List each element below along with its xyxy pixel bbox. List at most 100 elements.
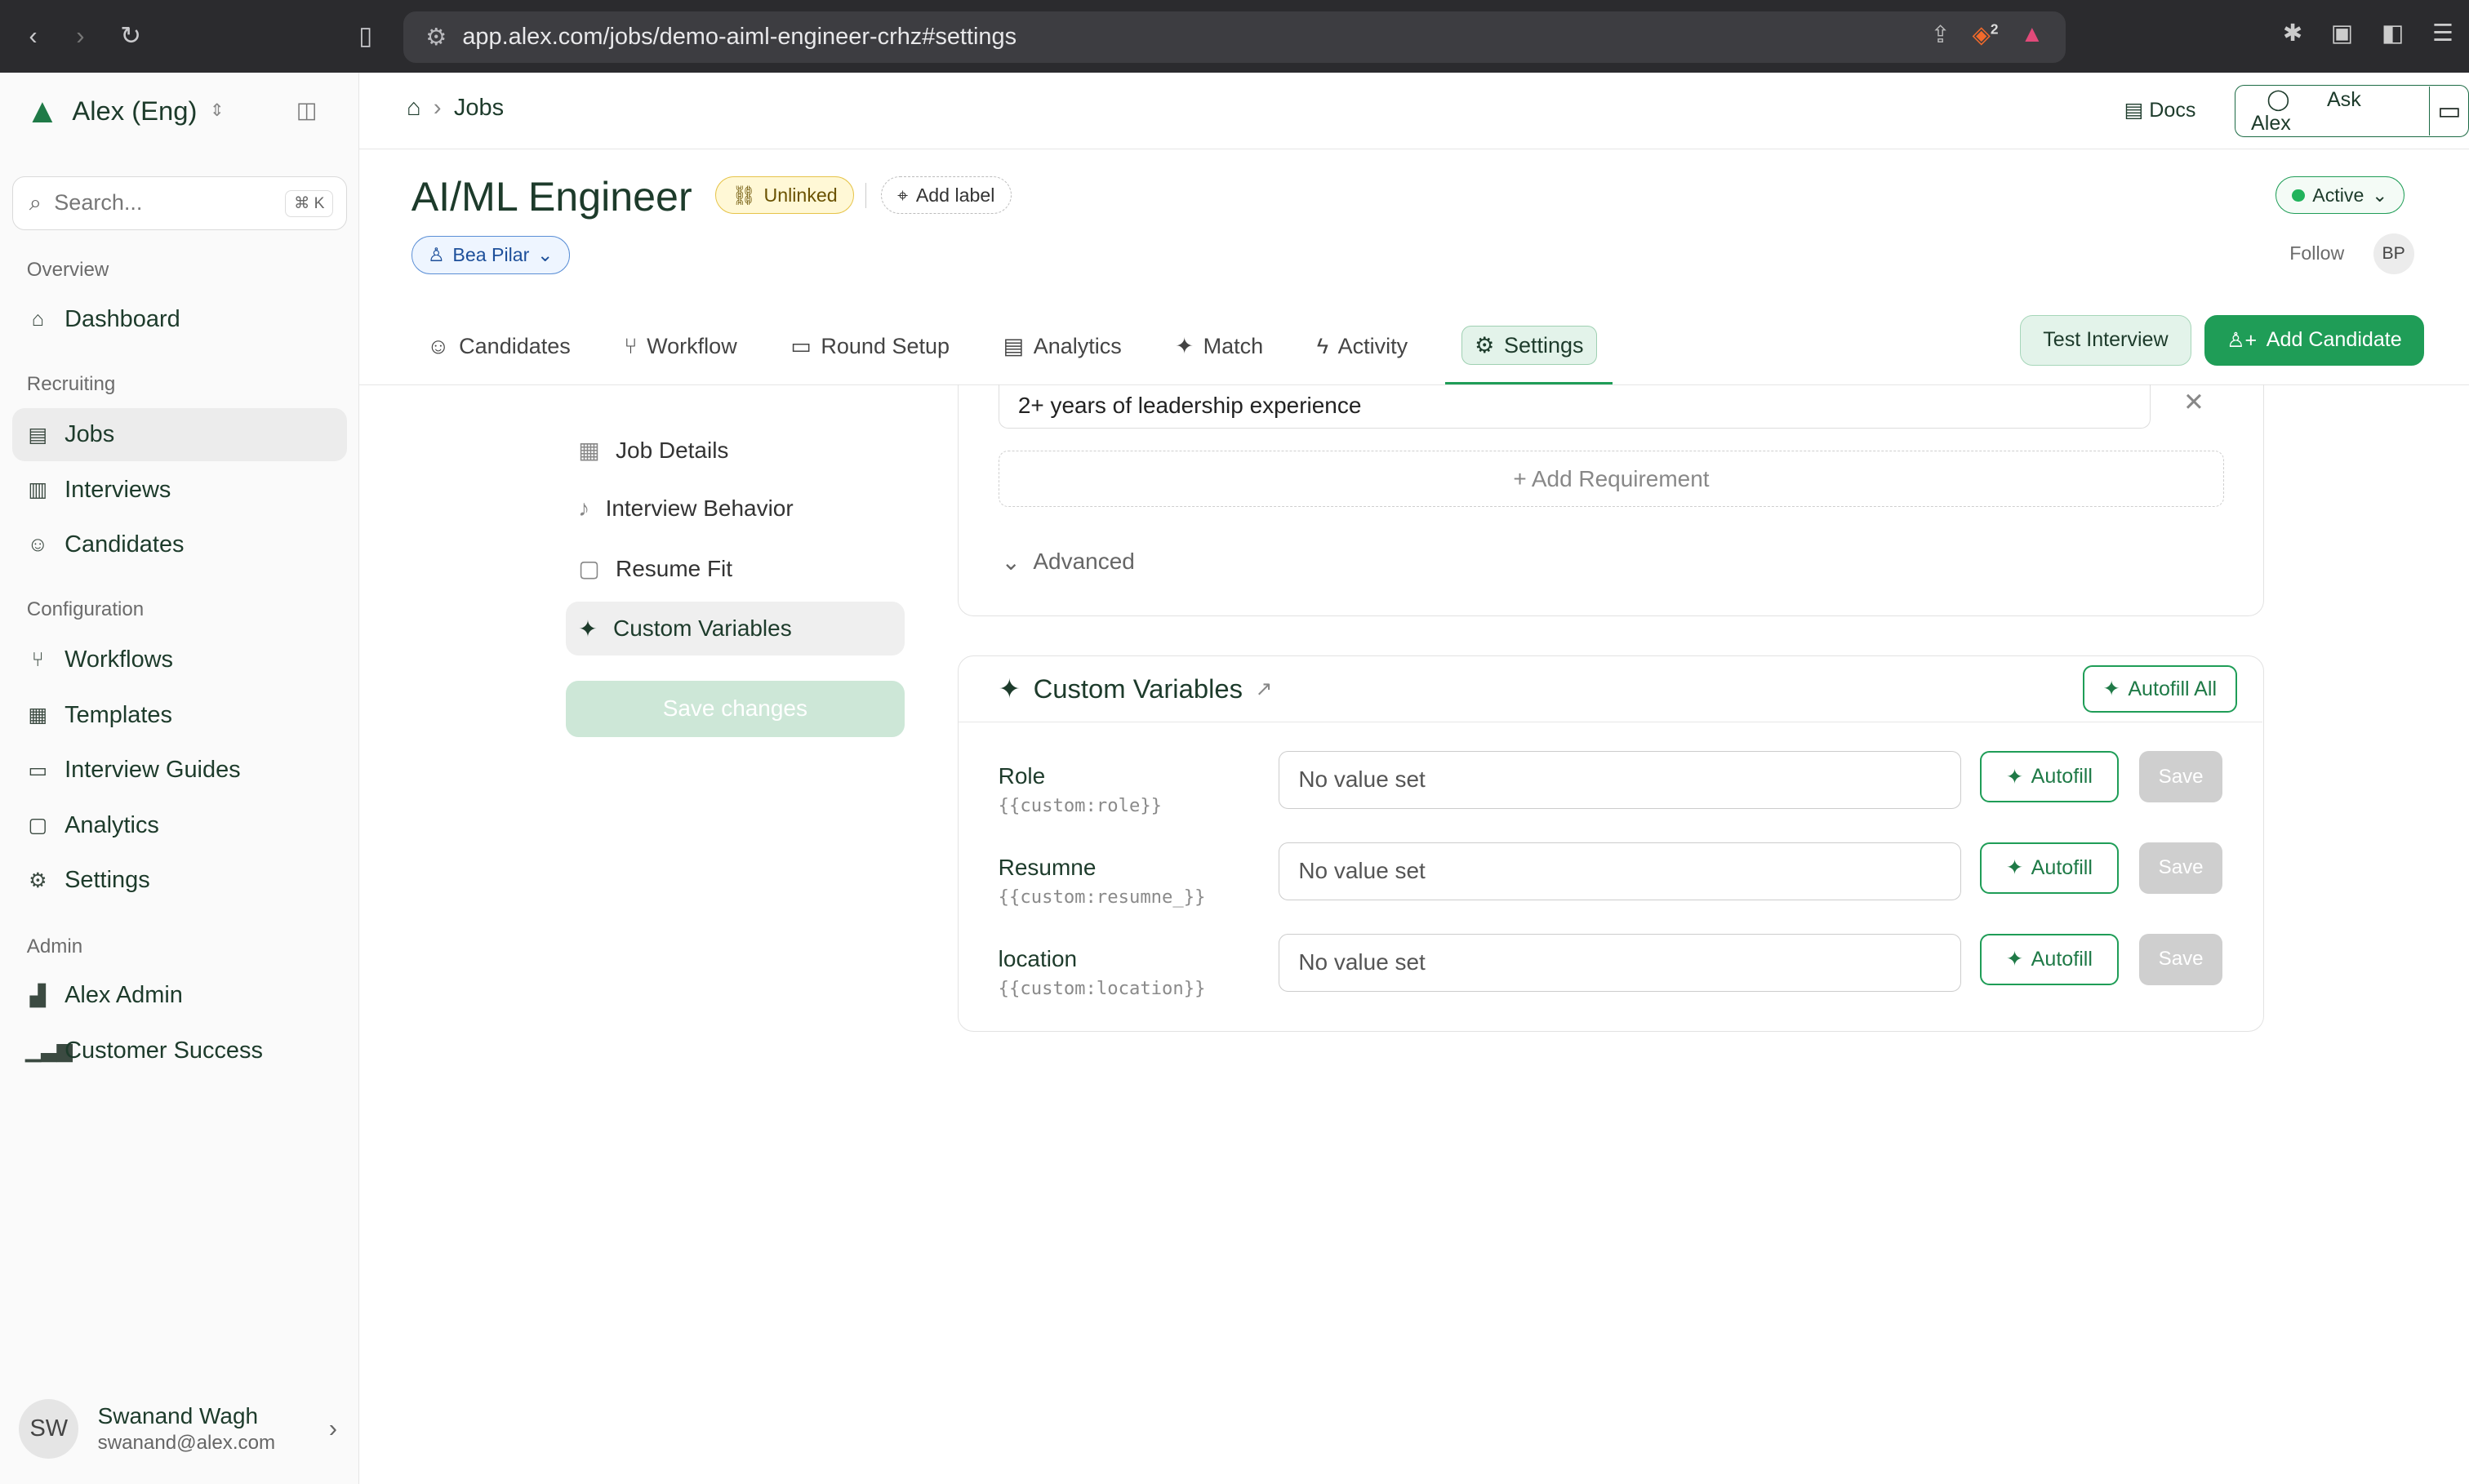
variable-code: {{custom:role}}	[998, 794, 1163, 816]
follower-avatar: BP	[2373, 233, 2414, 274]
tab-label: Round Setup	[821, 334, 950, 359]
sidebar-label: Candidates	[65, 531, 185, 558]
brave-shield-icon[interactable]: ◈2	[1973, 20, 1999, 49]
search-input[interactable]: ⌕ Search... ⌘ K	[12, 176, 347, 230]
sidebar-item-workflows[interactable]: ⑂ Workflows	[12, 633, 346, 687]
sparkle-icon: ✦	[2102, 678, 2120, 701]
settings-nav-job-details[interactable]: ▦ Job Details	[566, 424, 905, 478]
tab-candidates[interactable]: ☺ Candidates	[412, 309, 586, 384]
home-icon[interactable]: ⌂	[407, 95, 420, 122]
sidebar-item-interviews[interactable]: ▥ Interviews	[12, 463, 346, 517]
close-icon[interactable]: ✕	[2183, 388, 2204, 417]
tab-label: Workflow	[647, 334, 737, 359]
ask-alex-button[interactable]: ◯ Ask Alex ▭	[2234, 85, 2469, 137]
sidebar-item-analytics[interactable]: ▢ Analytics	[12, 798, 346, 852]
status-select[interactable]: Active ⌄	[2275, 176, 2404, 215]
sidebar-item-jobs[interactable]: ▤ Jobs	[12, 407, 347, 462]
autofill-all-button[interactable]: ✦ Autofill All	[2082, 665, 2238, 713]
bookmark-icon[interactable]: ▯	[349, 19, 383, 53]
tab-workflow[interactable]: ⑂ Workflow	[608, 309, 753, 384]
add-label-text: Add label	[915, 184, 995, 206]
settings-nav-resume-fit[interactable]: ▢ Resume Fit	[566, 542, 905, 596]
variable-label: Role	[998, 763, 1046, 789]
media-icon[interactable]: ▣	[2331, 19, 2353, 47]
tab-analytics[interactable]: ▤ Analytics	[987, 309, 1137, 384]
address-bar[interactable]: ⚙ app.alex.com/jobs/demo-aiml-engineer-c…	[403, 11, 2066, 64]
brave-rewards-icon[interactable]: ▲	[2021, 21, 2044, 48]
search-shortcut: ⌘ K	[285, 189, 334, 218]
sidebar-toggle-icon[interactable]: ◧	[2382, 19, 2404, 47]
search-icon: ⌕	[29, 189, 42, 215]
advanced-toggle[interactable]: ⌄ Advanced	[1002, 549, 1135, 575]
sidebar-label: Interviews	[65, 476, 171, 503]
user-menu[interactable]: SW Swanand Wagh swanand@alex.com ›	[19, 1398, 337, 1460]
tab-round-setup[interactable]: ▭ Round Setup	[775, 309, 965, 384]
card-title: ✦ Custom Variables ↗	[999, 673, 1273, 704]
sidebar-item-alex-admin[interactable]: ▟ Alex Admin	[12, 969, 346, 1023]
add-candidate-button[interactable]: ♙+ Add Candidate	[2204, 314, 2424, 366]
url-text: app.alex.com/jobs/demo-aiml-engineer-crh…	[462, 23, 1017, 50]
users-icon: ☺	[427, 334, 450, 359]
breadcrumb-jobs[interactable]: Jobs	[454, 95, 504, 122]
link-icon: ⛓	[732, 184, 756, 206]
follow-button[interactable]: Follow	[2289, 242, 2344, 264]
section-configuration: Configuration	[26, 598, 145, 621]
collapse-sidebar-icon[interactable]: ◫	[296, 98, 318, 123]
autofill-button[interactable]: ✦ Autofill	[1980, 933, 2119, 986]
back-icon[interactable]: ‹	[16, 19, 50, 53]
share-icon[interactable]: ⇪	[1930, 20, 1950, 49]
owner-select[interactable]: ♙ Bea Pilar ⌄	[411, 236, 570, 274]
tab-activity[interactable]: ϟ Activity	[1301, 309, 1423, 384]
forward-icon[interactable]: ›	[63, 19, 97, 53]
top-bar: ⌂ › Jobs ▤ Docs ◯ Ask Alex ▭	[359, 73, 2469, 150]
menu-icon[interactable]: ☰	[2432, 19, 2453, 47]
sidebar-item-candidates[interactable]: ☺ Candidates	[12, 518, 346, 572]
tab-match[interactable]: ✦ Match	[1159, 309, 1279, 384]
document-icon: ▤	[1003, 334, 1025, 359]
bar-chart-icon: ▁▃▆	[24, 1039, 73, 1063]
save-button[interactable]: Save	[2138, 750, 2223, 803]
section-recruiting: Recruiting	[26, 373, 116, 396]
add-requirement-button[interactable]: + Add Requirement	[998, 450, 2225, 508]
settings-nav-interview-behavior[interactable]: ♪ Interview Behavior	[566, 482, 905, 536]
org-switcher[interactable]: ▲ Alex (Eng) ⇕	[25, 91, 225, 131]
requirements-card: 2+ years of leadership experience ✕ + Ad…	[958, 384, 2265, 616]
external-link-icon[interactable]: ↗	[1255, 677, 1272, 701]
unlinked-badge[interactable]: ⛓ Unlinked	[715, 176, 854, 215]
autofill-button[interactable]: ✦ Autofill	[1980, 842, 2119, 895]
status-label: Active	[2312, 184, 2364, 206]
autofill-button[interactable]: ✦ Autofill	[1980, 750, 2119, 803]
add-label-button[interactable]: ⌖ Add label	[880, 176, 1012, 215]
sidebar-item-settings[interactable]: ⚙ Settings	[12, 854, 346, 908]
settings-nav-custom-variables[interactable]: ✦ Custom Variables	[565, 602, 905, 655]
docs-link[interactable]: ▤ Docs	[2124, 98, 2196, 122]
variable-row: Resumne {{custom:resumne_}} No value set…	[999, 842, 2244, 922]
tab-settings[interactable]: ⚙ Settings	[1445, 309, 1613, 384]
tab-label: Match	[1203, 334, 1264, 359]
sidebar-label: Alex Admin	[65, 982, 183, 1009]
sparkle-icon: ✦	[578, 615, 598, 642]
save-changes-button[interactable]: Save changes	[565, 680, 905, 738]
calendar-icon[interactable]: ▭	[2429, 87, 2468, 136]
save-button[interactable]: Save	[2138, 842, 2223, 895]
sidebar-item-customer-success[interactable]: ▁▃▆ Customer Success	[12, 1024, 346, 1077]
sidebar-item-interview-guides[interactable]: ▭ Interview Guides	[12, 744, 346, 798]
requirement-input[interactable]: 2+ years of leadership experience	[998, 384, 2151, 429]
book-icon: ▭	[28, 758, 48, 782]
variable-value-input[interactable]: No value set	[1279, 933, 1961, 992]
site-settings-icon[interactable]: ⚙	[425, 23, 447, 51]
sidebar-item-templates[interactable]: ▦ Templates	[12, 688, 346, 742]
extensions-icon[interactable]: ✱	[2283, 19, 2302, 47]
sparkle-icon: ✦	[2005, 948, 2023, 971]
sidebar-item-dashboard[interactable]: ⌂ Dashboard	[12, 293, 346, 347]
save-button[interactable]: Save	[2138, 933, 2223, 986]
test-interview-button[interactable]: Test Interview	[2020, 314, 2191, 366]
clipboard-icon: ▢	[28, 814, 48, 838]
reload-icon[interactable]: ↻	[113, 19, 148, 53]
custom-variables-card: ✦ Custom Variables ↗ ✦ Autofill All Role {{…	[958, 655, 2265, 1033]
variable-value-input[interactable]: No value set	[1279, 842, 1961, 900]
avatar: SW	[19, 1398, 79, 1460]
add-candidate-label: Add Candidate	[2266, 328, 2402, 352]
variable-value-input[interactable]: No value set	[1279, 750, 1961, 810]
variable-code: {{custom:resumne_}}	[998, 886, 1206, 908]
